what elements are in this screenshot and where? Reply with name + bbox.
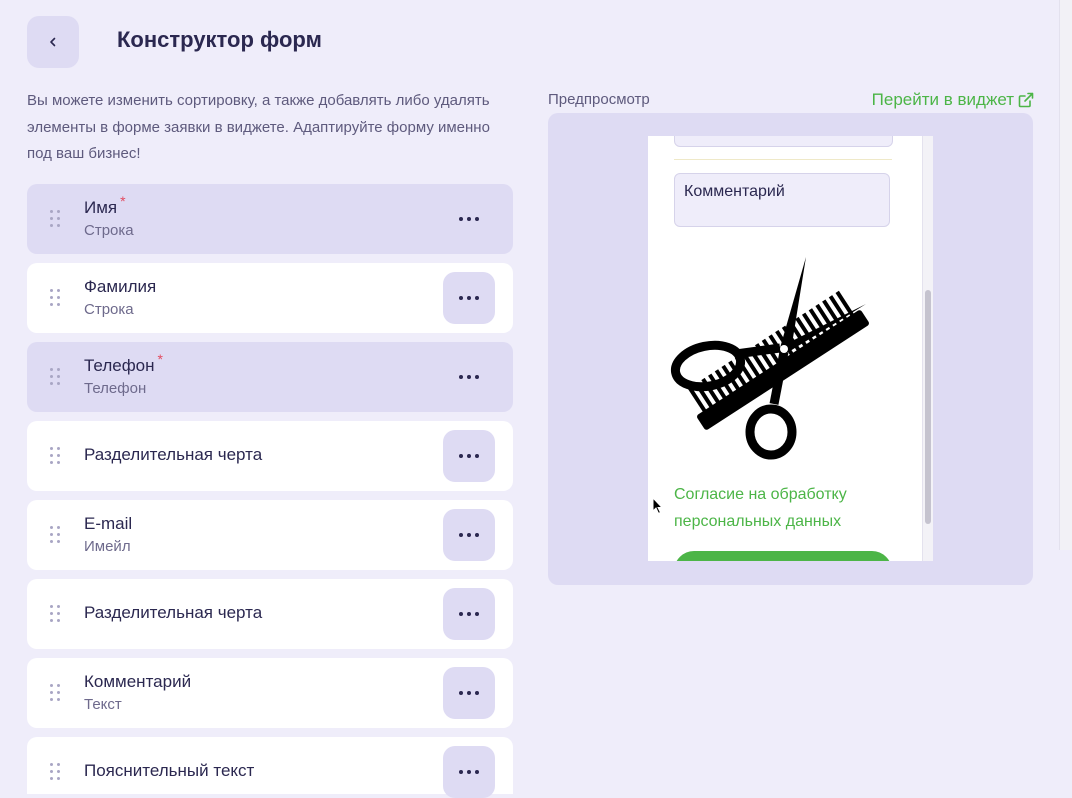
preview-comment-field[interactable]: Комментарий	[674, 173, 890, 227]
preview-submit-button[interactable]	[674, 551, 892, 561]
field-row-phone[interactable]: Телефон * Телефон	[27, 342, 513, 412]
mouse-cursor-icon	[652, 497, 664, 515]
drag-handle-icon[interactable]	[50, 447, 60, 465]
preview-label: Предпросмотр	[548, 91, 650, 108]
field-title: Комментарий	[84, 672, 192, 691]
field-title: E-mail	[84, 514, 133, 533]
widget-preview[interactable]: Комментарий Согласие на обработку персон…	[648, 136, 933, 561]
preview-field	[674, 136, 893, 147]
field-row-email[interactable]: E-mail Имейл	[27, 500, 513, 570]
field-type: Имейл	[84, 538, 131, 555]
chevron-left-icon	[50, 37, 56, 47]
drag-handle-icon[interactable]	[50, 605, 60, 623]
field-title: Фамилия	[84, 277, 157, 296]
field-title: Пояснительный текст	[84, 761, 255, 780]
field-row-divider[interactable]: Разделительная черта	[27, 579, 513, 649]
more-button[interactable]	[443, 272, 495, 324]
page-title: Конструктор форм	[117, 27, 322, 52]
field-row-surname[interactable]: Фамилия Строка	[27, 263, 513, 333]
external-link-icon	[1018, 92, 1034, 108]
field-row-name[interactable]: Имя * Строка	[27, 184, 513, 254]
window-scrollbar[interactable]	[1059, 0, 1072, 550]
preview-panel: Комментарий Согласие на обработку персон…	[548, 113, 1033, 585]
required-star: *	[120, 193, 126, 209]
more-button[interactable]	[443, 667, 495, 719]
more-button[interactable]	[443, 509, 495, 561]
drag-handle-icon[interactable]	[50, 368, 60, 386]
field-type: Телефон	[84, 380, 147, 397]
back-button[interactable]	[27, 16, 79, 68]
field-type: Строка	[84, 301, 134, 318]
drag-handle-icon[interactable]	[50, 526, 60, 544]
field-title: Разделительная черта	[84, 445, 263, 464]
field-type: Текст	[84, 696, 122, 713]
field-title: Имя *	[84, 193, 126, 217]
drag-handle-icon[interactable]	[50, 289, 60, 307]
preview-scrollbar-thumb[interactable]	[925, 290, 931, 524]
field-title: Телефон *	[84, 351, 163, 375]
more-button[interactable]	[443, 193, 495, 245]
field-row-divider[interactable]: Разделительная черта	[27, 421, 513, 491]
more-button[interactable]	[443, 746, 495, 798]
go-to-widget-label: Перейти в виджет	[871, 90, 1014, 109]
scissors-comb-icon	[670, 257, 869, 460]
drag-handle-icon[interactable]	[50, 684, 60, 702]
more-button[interactable]	[443, 351, 495, 403]
page-description: Вы можете изменить сортировку, а также д…	[27, 92, 490, 162]
field-type: Строка	[84, 222, 134, 239]
more-button[interactable]	[443, 430, 495, 482]
go-to-widget-link[interactable]: Перейти в виджет	[872, 90, 1034, 110]
field-title: Разделительная черта	[84, 603, 263, 622]
drag-handle-icon[interactable]	[50, 763, 60, 781]
preview-divider	[674, 159, 892, 160]
preview-consent-link[interactable]: Согласие на обработку персональных данны…	[674, 481, 894, 535]
field-row-comment[interactable]: Комментарий Текст	[27, 658, 513, 728]
drag-handle-icon[interactable]	[50, 210, 60, 228]
more-button[interactable]	[443, 588, 495, 640]
field-row-explanatory-text[interactable]: Пояснительный текст	[27, 737, 513, 798]
required-star: *	[157, 351, 163, 367]
